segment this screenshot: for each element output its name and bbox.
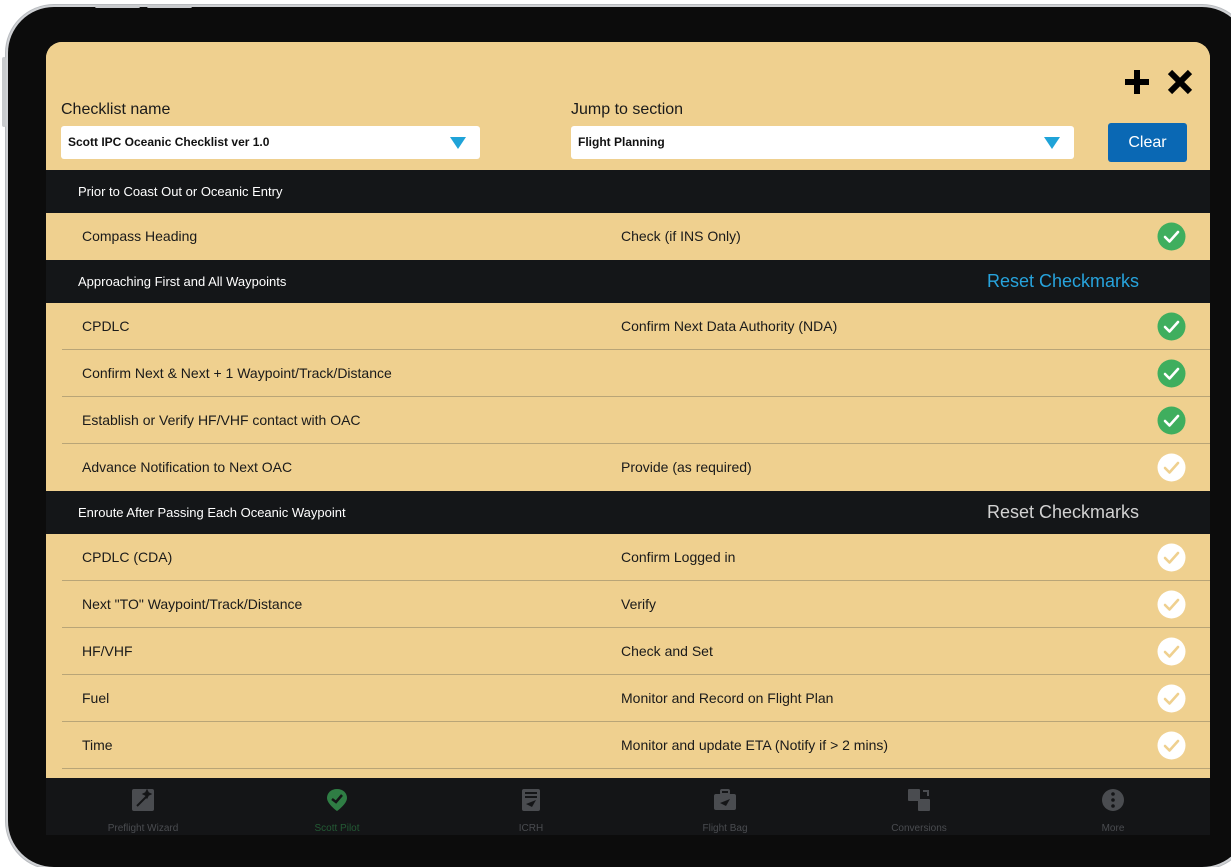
jump-to-section-select[interactable]: Flight Planning bbox=[571, 126, 1074, 159]
row-item: HF/VHF bbox=[82, 643, 133, 659]
checklist-name-label: Checklist name bbox=[61, 101, 171, 118]
tab-label: Scott Pilot bbox=[314, 823, 360, 834]
tab-scott-pilot[interactable]: Scott Pilot bbox=[240, 778, 434, 835]
tab-preflight-wizard[interactable]: Preflight Wizard bbox=[46, 778, 240, 835]
checkmark-icon[interactable] bbox=[1157, 453, 1186, 482]
checklist-list: Prior to Coast Out or Oceanic Entry Comp… bbox=[46, 170, 1210, 816]
close-icon[interactable] bbox=[1167, 69, 1193, 95]
row-item: Time bbox=[82, 737, 113, 753]
checklist-row[interactable]: CPDLC (CDA) Confirm Logged in bbox=[46, 534, 1210, 581]
top-button bbox=[147, 5, 192, 8]
checklist-row[interactable]: CPDLC Confirm Next Data Authority (NDA) bbox=[46, 303, 1210, 350]
row-action: Provide (as required) bbox=[621, 459, 752, 475]
tab-label: Preflight Wizard bbox=[107, 823, 179, 834]
top-button bbox=[95, 5, 140, 8]
section-header: Prior to Coast Out or Oceanic Entry bbox=[46, 170, 1210, 213]
tab-bar: Preflight Wizard Scott Pilot ICRH Flight… bbox=[46, 778, 1210, 835]
tab-flight-bag[interactable]: Flight Bag bbox=[628, 778, 822, 835]
row-item: CPDLC bbox=[82, 318, 130, 334]
checklist-row[interactable]: Confirm Next & Next + 1 Waypoint/Track/D… bbox=[46, 350, 1210, 397]
flight-bag-icon bbox=[714, 789, 736, 810]
tab-conversions[interactable]: Conversions bbox=[822, 778, 1016, 835]
row-item: Establish or Verify HF/VHF contact with … bbox=[82, 412, 361, 428]
icrh-icon bbox=[522, 789, 540, 811]
volume-button bbox=[2, 57, 6, 127]
section-header: Enroute After Passing Each Oceanic Waypo… bbox=[46, 491, 1210, 534]
checkmark-icon[interactable] bbox=[1157, 359, 1186, 388]
checklist-row[interactable]: Time Monitor and update ETA (Notify if >… bbox=[46, 722, 1210, 769]
row-item: CPDLC (CDA) bbox=[82, 549, 173, 565]
reset-checkmarks-button[interactable]: Reset Checkmarks bbox=[987, 502, 1139, 523]
checklist-name-value: Scott IPC Oceanic Checklist ver 1.0 bbox=[68, 135, 270, 149]
section-title: Prior to Coast Out or Oceanic Entry bbox=[78, 184, 283, 199]
conversions-icon bbox=[908, 789, 930, 811]
row-item: Fuel bbox=[82, 690, 110, 706]
checkmark-icon[interactable] bbox=[1157, 637, 1186, 666]
scott-pilot-icon bbox=[327, 789, 347, 811]
section-title: Approaching First and All Waypoints bbox=[78, 274, 287, 289]
tab-label: More bbox=[1101, 823, 1125, 834]
more-icon bbox=[1102, 789, 1124, 811]
checkmark-icon[interactable] bbox=[1157, 312, 1186, 341]
checklist-row[interactable]: HF/VHF Check and Set bbox=[46, 628, 1210, 675]
tab-label: Conversions bbox=[891, 823, 947, 834]
checklist-name-select[interactable]: Scott IPC Oceanic Checklist ver 1.0 bbox=[61, 126, 480, 159]
jump-to-section-label: Jump to section bbox=[571, 101, 684, 118]
tab-label: Flight Bag bbox=[702, 823, 748, 834]
row-action: Monitor and Record on Flight Plan bbox=[621, 690, 834, 706]
reset-checkmarks-button[interactable]: Reset Checkmarks bbox=[987, 271, 1139, 292]
checklist-header: Checklist name Scott IPC Oceanic Checkli… bbox=[46, 42, 1210, 170]
chevron-down-icon bbox=[1044, 137, 1060, 149]
row-action: Check and Set bbox=[621, 643, 713, 659]
checklist-row[interactable]: Compass Heading Check (if INS Only) bbox=[46, 213, 1210, 260]
checklist-row[interactable]: Next "TO" Waypoint/Track/Distance Verify bbox=[46, 581, 1210, 628]
wizard-icon bbox=[132, 788, 154, 811]
checkmark-icon[interactable] bbox=[1157, 406, 1186, 435]
jump-to-section-value: Flight Planning bbox=[578, 135, 665, 149]
row-item: Next "TO" Waypoint/Track/Distance bbox=[82, 596, 303, 612]
section-title: Enroute After Passing Each Oceanic Waypo… bbox=[78, 505, 346, 520]
row-action: Check (if INS Only) bbox=[621, 228, 741, 244]
clear-button[interactable]: Clear bbox=[1108, 123, 1187, 162]
checklist-row[interactable]: Advance Notification to Next OAC Provide… bbox=[46, 444, 1210, 491]
checkmark-icon[interactable] bbox=[1157, 543, 1186, 572]
tab-more[interactable]: More bbox=[1016, 778, 1210, 835]
add-icon[interactable] bbox=[1124, 69, 1150, 95]
row-action: Verify bbox=[621, 596, 657, 612]
row-action: Confirm Logged in bbox=[621, 549, 736, 565]
row-item: Compass Heading bbox=[82, 228, 198, 244]
checklist-row[interactable]: Fuel Monitor and Record on Flight Plan bbox=[46, 675, 1210, 722]
tab-icrh[interactable]: ICRH bbox=[434, 778, 628, 835]
row-action: Monitor and update ETA (Notify if > 2 mi… bbox=[621, 737, 889, 753]
tab-label: ICRH bbox=[518, 823, 544, 834]
checkmark-icon[interactable] bbox=[1157, 590, 1186, 619]
row-item: Confirm Next & Next + 1 Waypoint/Track/D… bbox=[82, 365, 392, 381]
row-action: Confirm Next Data Authority (NDA) bbox=[621, 318, 838, 334]
row-item: Advance Notification to Next OAC bbox=[82, 459, 293, 475]
checkmark-icon[interactable] bbox=[1157, 222, 1186, 251]
checkmark-icon[interactable] bbox=[1157, 731, 1186, 760]
section-header: Approaching First and All Waypoints Rese… bbox=[46, 260, 1210, 303]
chevron-down-icon bbox=[450, 137, 466, 149]
checklist-row[interactable]: Establish or Verify HF/VHF contact with … bbox=[46, 397, 1210, 444]
checkmark-icon[interactable] bbox=[1157, 684, 1186, 713]
app-screen: Checklist name Scott IPC Oceanic Checkli… bbox=[46, 42, 1210, 835]
